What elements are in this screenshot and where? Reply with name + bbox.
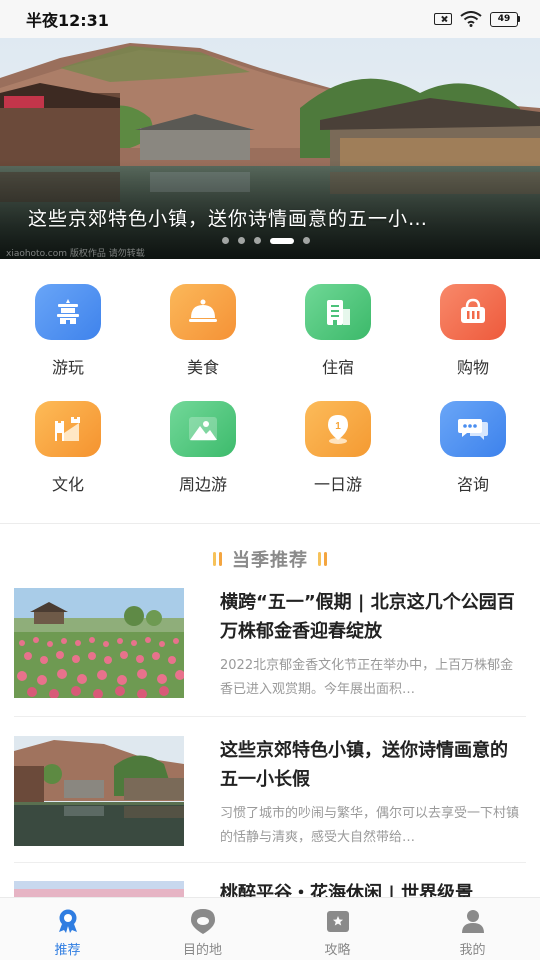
location-pin-icon: 1: [305, 401, 371, 457]
category-label: 住宿: [321, 358, 354, 377]
dish-cover-icon: [170, 284, 236, 340]
mountain-icon: [170, 401, 236, 457]
category-label: 美食: [186, 358, 219, 377]
article-title[interactable]: 横跨“五一”假期 | 北京这几个公园百万株郁金香迎春绽放: [220, 588, 522, 646]
no-sim-icon: [434, 13, 452, 25]
banner-watermark: xiaohoto.com 版权作品 请勿转载: [6, 249, 145, 259]
article-thumbnail: [14, 881, 184, 897]
wifi-icon: [460, 11, 482, 27]
battery-level: 49: [490, 11, 518, 27]
status-bar: 半夜12:31 49: [0, 0, 540, 38]
section-header: 当季推荐: [0, 546, 540, 572]
category-grid: 游玩 美食 住宿 购物 文化 周边游 1 一日游 咨询: [0, 259, 540, 523]
banner-dot[interactable]: [254, 237, 261, 244]
chat-bubble-icon: [440, 401, 506, 457]
article-title[interactable]: 桃醉平谷・花海休闲 | 世界级景: [220, 881, 522, 897]
category-day-trip[interactable]: 1 一日游: [283, 401, 393, 495]
nav-tab-destination[interactable]: 目的地: [135, 898, 270, 960]
great-wall-icon: [35, 401, 101, 457]
banner-dot[interactable]: [238, 237, 245, 244]
category-label: 周边游: [178, 475, 227, 494]
section-title: 当季推荐: [232, 550, 308, 571]
recommend-badge-icon: [53, 907, 83, 935]
category-label: 购物: [456, 358, 489, 377]
category-label: 咨询: [456, 475, 489, 494]
banner-pagination: [222, 237, 310, 244]
battery-indicator: 49: [490, 11, 520, 27]
banner-dot[interactable]: [303, 237, 310, 244]
article-divider: [14, 716, 526, 717]
status-icons: 49: [434, 11, 520, 27]
basket-icon: [440, 284, 506, 340]
article-title[interactable]: 这些京郊特色小镇，送你诗情画意的五一小长假: [220, 736, 522, 794]
banner-caption[interactable]: 这些京郊特色小镇，送你诗情画意的五一小…: [28, 204, 508, 231]
banner-carousel[interactable]: 这些京郊特色小镇，送你诗情画意的五一小… xiaohoto.com 版权作品 请…: [0, 38, 540, 259]
user-icon: [458, 907, 488, 935]
article-card[interactable]: 桃醉平谷・花海休闲 | 世界级景: [14, 881, 526, 897]
pagoda-icon: [35, 284, 101, 340]
category-food[interactable]: 美食: [148, 284, 258, 378]
title-decoration-left: [213, 552, 222, 566]
category-label: 文化: [51, 475, 84, 494]
category-play[interactable]: 游玩: [13, 284, 123, 378]
nav-tab-recommend[interactable]: 推荐: [0, 898, 135, 960]
article-description: 2022北京郁金香文化节正在举办中，上百万株郁金香已进入观赏期。今年展出面积…: [220, 658, 514, 697]
category-shopping[interactable]: 购物: [418, 284, 528, 378]
article-thumbnail: [14, 588, 184, 698]
nav-label: 攻略: [324, 943, 351, 958]
category-label: 一日游: [313, 475, 362, 494]
article-card[interactable]: 横跨“五一”假期 | 北京这几个公园百万株郁金香迎春绽放 2022北京郁金香文化…: [14, 588, 526, 700]
article-description: 习惯了城市的吵闹与繁华，偶尔可以去享受一下村镇的恬静与清爽，感受大自然带给…: [220, 806, 520, 845]
nav-tab-guide[interactable]: 攻略: [270, 898, 405, 960]
nav-tab-mine[interactable]: 我的: [405, 898, 540, 960]
category-nearby[interactable]: 周边游: [148, 401, 258, 495]
nav-label: 目的地: [182, 943, 222, 958]
title-decoration-right: [318, 552, 327, 566]
nav-label: 我的: [459, 943, 486, 958]
svg-text:1: 1: [335, 421, 341, 432]
category-lodging[interactable]: 住宿: [283, 284, 393, 378]
article-thumbnail: [14, 736, 184, 846]
category-label: 游玩: [51, 358, 84, 377]
article-card[interactable]: 这些京郊特色小镇，送你诗情画意的五一小长假 习惯了城市的吵闹与繁华，偶尔可以去享…: [14, 736, 526, 848]
building-icon: [305, 284, 371, 340]
guide-book-icon: [323, 907, 353, 935]
nav-label: 推荐: [54, 943, 81, 958]
banner-dot-active[interactable]: [270, 237, 294, 244]
status-time: 半夜12:31: [26, 11, 109, 30]
bottom-navigation: 推荐 目的地 攻略 我的: [0, 897, 540, 960]
category-culture[interactable]: 文化: [13, 401, 123, 495]
article-divider: [14, 862, 526, 863]
map-pin-icon: [188, 907, 218, 935]
category-consult[interactable]: 咨询: [418, 401, 528, 495]
section-divider: [0, 523, 540, 524]
banner-dot[interactable]: [222, 237, 229, 244]
